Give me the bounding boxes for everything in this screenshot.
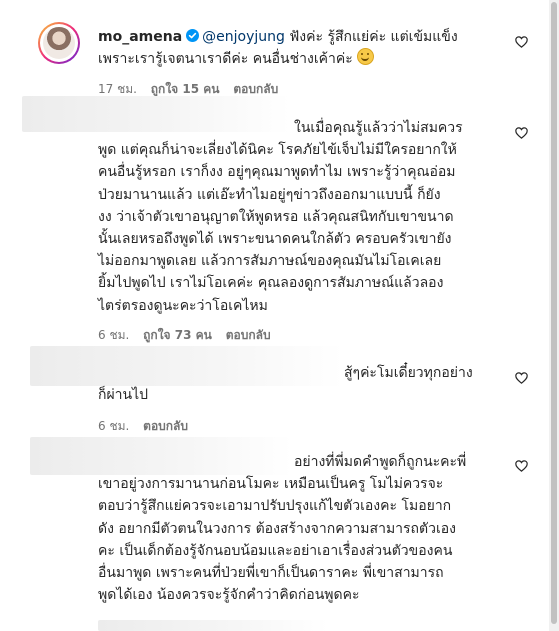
comment-time: 6 ชม. <box>98 328 130 342</box>
comment-line-2: เพราะเรารู้เจตนาเราดีค่ะ คนอื่นช่างเค้าค… <box>98 51 358 68</box>
comment-line: ไม่ออกมาพูดเลย แล้วการสัมภาษณ์ของคุณมันไ… <box>98 253 442 270</box>
like-heart-icon[interactable] <box>515 127 528 139</box>
comment-line: งง ว่าเจ้าตัวเขาอนุญาตให้พูดหรอ แล้วคุณส… <box>98 208 454 225</box>
username-link[interactable]: mo_amena <box>98 29 182 45</box>
like-heart-icon[interactable] <box>515 36 528 48</box>
reply-button[interactable]: ตอบกลับ <box>226 328 271 342</box>
likes-count-button[interactable]: ถูกใจ 73 คน <box>143 328 212 342</box>
comment-meta: 6 ชม. ถูกใจ 73 คน ตอบกลับ <box>98 326 281 345</box>
mention-link[interactable]: @enjoyjung <box>202 29 285 45</box>
comment-line: ยิ้มไปพูดไป เราไม่โอเคค่ะ คุณลองดูการสัม… <box>98 275 444 292</box>
likes-count-button[interactable]: ถูกใจ 15 คน <box>151 82 220 96</box>
reply-button[interactable]: ตอบกลับ <box>233 82 278 96</box>
comment-line: ตอบว่ารู้สึกแย่ควรจะเอามาปรับปรุงแก้ไขตั… <box>98 498 452 515</box>
comment-line-1: ฟังค่ะ รู้สึกแย่ค่ะ แต่เข้มแข็ง <box>284 29 458 45</box>
comment-time: 6 ชม. <box>98 419 130 433</box>
avatar-ring <box>40 24 78 62</box>
comment-line: ไตร่ตรองดูนะคะว่าโอเคไหม <box>98 297 268 314</box>
comment-meta: 6 ชม. ตอบกลับ <box>98 417 198 436</box>
reply-button[interactable]: ตอบกลับ <box>143 419 188 433</box>
comment-text: อย่างที่พี่มดคำพูดก็ถูกนะคะพี่ เขาอยู่วง… <box>98 451 518 606</box>
comment-line: คนอื่นรู้หรอก เราก็งง อยู่ๆคุณมาพูดทำไม … <box>98 164 456 181</box>
comment-text: สู้ๆค่ะโมเดี๋ยวทุกอย่าง ก็ผ่านไป <box>98 362 518 406</box>
avatar-photo <box>43 27 75 59</box>
like-heart-icon[interactable] <box>515 460 528 472</box>
verified-badge-icon <box>186 29 200 42</box>
like-heart-icon[interactable] <box>515 372 528 384</box>
smiling-face-emoji-icon <box>357 48 375 66</box>
comment-text: mo_amena @enjoyjung ฟังค่ะ รู้สึกแย่ค่ะ แ… <box>98 26 508 70</box>
comment-line: ป่วยมานานแล้ว แต่เอ๊ะทำไมอยู่ๆข่าวถึงออก… <box>98 186 441 203</box>
comment-line: อื่นมาพูด เพราะคนที่ป่วยพี่เขาก็เป็นดารา… <box>98 565 444 582</box>
comment-line: นั้นเลยหรอถึงพูดได้ เพราะขนาดคนใกล้ตัว ค… <box>98 231 452 248</box>
comment-line: ดัง อยากมีตัวตนในวงการ ต้องสร้างจากความส… <box>98 520 457 537</box>
scrollbar-thumb[interactable] <box>551 2 557 624</box>
comment-time: 17 ชม. <box>98 82 137 96</box>
comment-line: อย่างที่พี่มดคำพูดก็ถูกนะคะพี่ <box>294 454 467 470</box>
scrollbar-track[interactable] <box>549 0 559 631</box>
comment-line: สู้ๆค่ะโมเดี๋ยวทุกอย่าง <box>344 365 473 381</box>
comment-line: เขาอยู่วงการมานานก่อนโมคะ เหมือนเป็นครู … <box>98 476 444 493</box>
comment-line: ก็ผ่านไป <box>98 387 149 404</box>
avatar[interactable] <box>38 22 80 64</box>
comment-text: ในเมื่อคุณรู้แล้วว่าไม่สมควร พูด แต่คุณก… <box>98 117 518 317</box>
comment-line: พูด แต่คุณก็น่าจะเลี่ยงได้นิคะ โรคภัยไข้… <box>98 142 457 159</box>
comment-line: ในเมื่อคุณรู้แล้วว่าไม่สมควร <box>294 120 463 136</box>
comment-line: พูดได้เอง น้องควรจะรู้จักคำว่าคิดก่อนพูด… <box>98 587 360 604</box>
cropped-comment-meta <box>98 620 328 631</box>
comment-line: คะ เป็นเด็กต้องรู้จักนอบน้อมและอย่าเอาเร… <box>98 542 453 559</box>
